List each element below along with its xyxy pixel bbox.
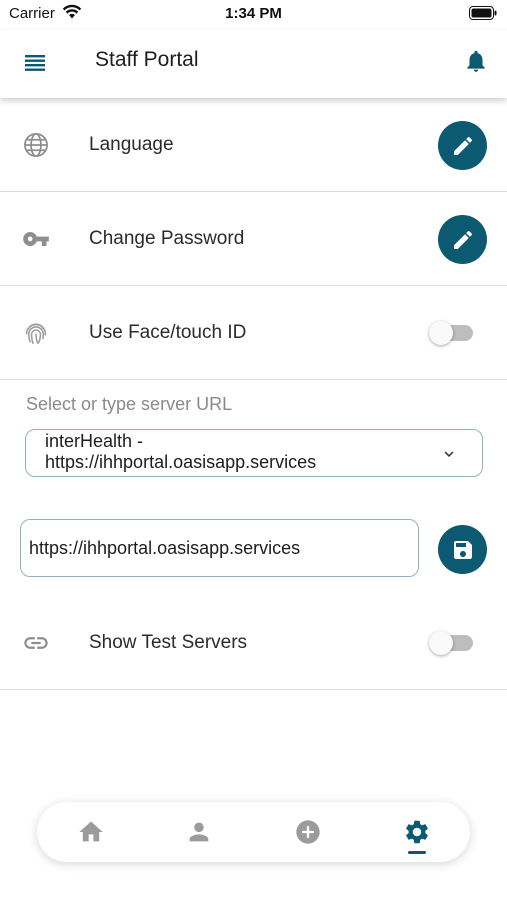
pencil-icon xyxy=(453,136,472,155)
status-bar: Carrier 1:34 PM xyxy=(0,0,507,30)
settings-gear-icon[interactable] xyxy=(403,818,431,846)
clock-label: 1:34 PM xyxy=(225,5,282,22)
face-touch-id-row: Use Face/touch ID xyxy=(0,286,507,380)
server-select-dropdown[interactable]: interHealth - https://ihhportal.oasisapp… xyxy=(25,429,483,477)
key-icon xyxy=(23,232,49,246)
server-select-line2: https://ihhportal.oasisapp.services xyxy=(45,452,317,472)
edit-password-button[interactable] xyxy=(438,215,487,264)
add-circle-icon[interactable] xyxy=(294,818,322,846)
server-select-line1: interHealth - xyxy=(45,431,144,451)
face-touch-id-label: Use Face/touch ID xyxy=(89,322,247,343)
server-url-label: Select or type server URL xyxy=(26,394,233,414)
change-password-label: Change Password xyxy=(89,228,245,249)
battery-icon xyxy=(469,6,497,20)
globe-icon xyxy=(24,133,48,157)
show-test-servers-toggle[interactable] xyxy=(429,631,473,655)
toggle-knob xyxy=(429,631,453,655)
language-row: Language xyxy=(0,98,507,192)
chevron-down-icon xyxy=(444,451,454,457)
bell-icon[interactable] xyxy=(463,47,489,75)
app-header: Staff Portal xyxy=(0,30,507,98)
edit-language-button[interactable] xyxy=(438,121,487,170)
show-test-servers-label: Show Test Servers xyxy=(89,632,248,653)
save-icon xyxy=(453,540,472,559)
link-icon xyxy=(24,637,48,649)
person-icon[interactable] xyxy=(185,818,213,846)
server-url-input[interactable] xyxy=(20,519,419,577)
language-label: Language xyxy=(89,134,174,155)
server-select-value: interHealth - https://ihhportal.oasisapp… xyxy=(45,431,316,473)
bottom-navigation xyxy=(37,802,470,862)
change-password-row: Change Password xyxy=(0,192,507,286)
toggle-knob xyxy=(429,321,453,345)
home-icon[interactable] xyxy=(77,818,105,846)
menu-icon[interactable] xyxy=(22,50,48,76)
save-url-button[interactable] xyxy=(438,525,487,574)
page-title: Staff Portal xyxy=(95,48,199,71)
show-test-servers-row: Show Test Servers xyxy=(0,596,507,690)
active-tab-indicator xyxy=(408,851,426,854)
face-touch-id-toggle[interactable] xyxy=(429,321,473,345)
fingerprint-icon xyxy=(25,323,47,345)
pencil-icon xyxy=(453,230,472,249)
